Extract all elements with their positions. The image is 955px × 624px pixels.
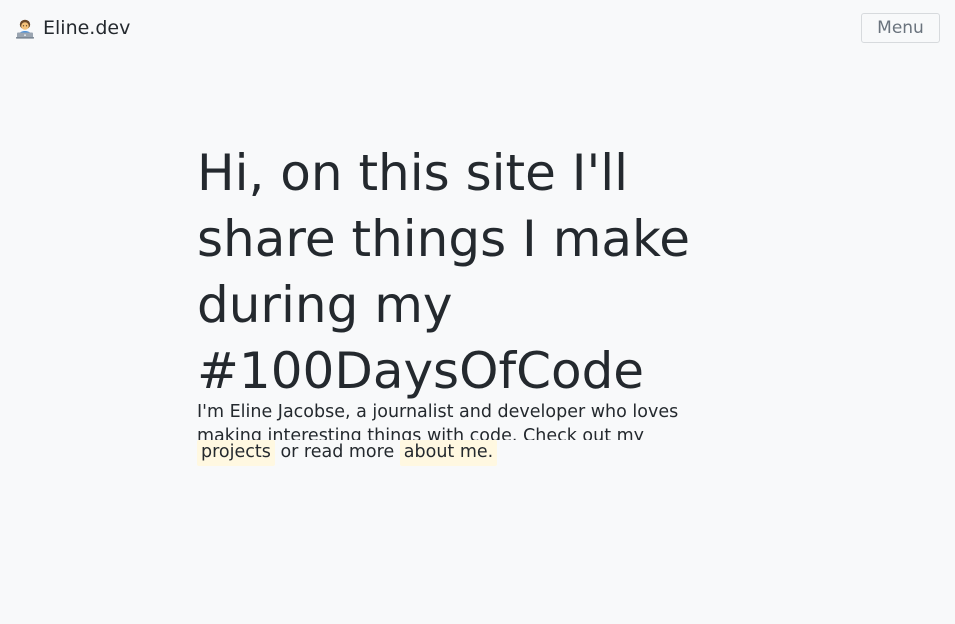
intro-line-2: making interesting things with code. Che… bbox=[197, 426, 645, 440]
about-me-link[interactable]: about me. bbox=[399, 440, 498, 466]
brand-link[interactable]: Eline.dev bbox=[14, 15, 130, 41]
intro-paragraph: I'm Eline Jacobse, a journalist and deve… bbox=[197, 400, 757, 466]
hero-title: Hi, on this site I'll share things I mak… bbox=[197, 144, 690, 400]
intro-middle-text: or read more bbox=[280, 442, 395, 462]
brand-name: Eline.dev bbox=[43, 17, 131, 39]
menu-button[interactable]: Menu bbox=[861, 13, 940, 43]
intro-line-1: I'm Eline Jacobse, a journalist and deve… bbox=[197, 402, 679, 422]
main-content: Hi, on this site I'll share things I mak… bbox=[197, 140, 757, 466]
technologist-emoji-icon bbox=[14, 17, 36, 39]
projects-link[interactable]: projects bbox=[197, 440, 275, 466]
site-header: Eline.dev Menu bbox=[0, 0, 955, 56]
